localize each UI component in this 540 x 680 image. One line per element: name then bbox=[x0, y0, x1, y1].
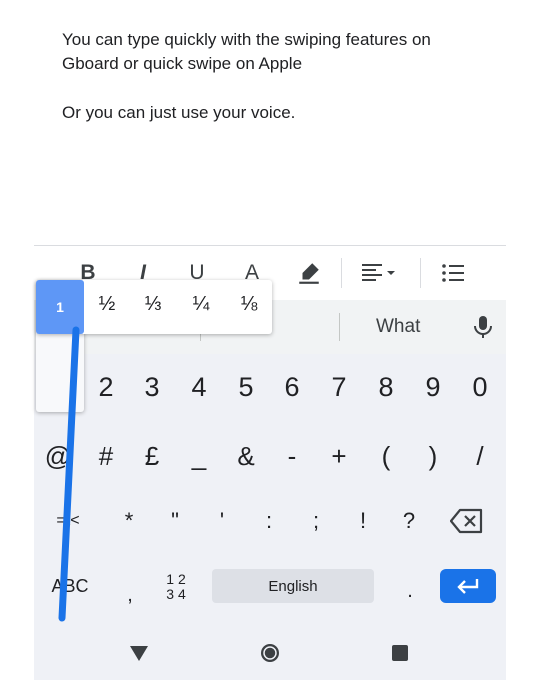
key-open-paren[interactable]: ( bbox=[366, 431, 406, 481]
key-semicolon[interactable]: ; bbox=[296, 496, 336, 546]
key-question[interactable]: ? bbox=[389, 496, 429, 546]
enter-button[interactable] bbox=[440, 569, 496, 603]
document-text-line-2: Or you can just use your voice. bbox=[62, 103, 296, 122]
more-symbols-key[interactable]: =\< bbox=[48, 496, 88, 546]
key-8[interactable]: 8 bbox=[366, 362, 406, 412]
suggestion-right[interactable]: What bbox=[376, 316, 420, 338]
toolbar-separator bbox=[341, 258, 342, 288]
back-triangle-icon[interactable] bbox=[126, 640, 152, 666]
toolbar-separator bbox=[420, 258, 421, 288]
key-2[interactable]: 2 bbox=[86, 362, 126, 412]
recents-square-icon[interactable] bbox=[387, 640, 413, 666]
key-plus[interactable]: + bbox=[319, 431, 359, 481]
key-7[interactable]: 7 bbox=[319, 362, 359, 412]
key-minus[interactable]: - bbox=[272, 431, 312, 481]
highlight-icon[interactable] bbox=[294, 255, 324, 291]
key-exclamation[interactable]: ! bbox=[343, 496, 383, 546]
key-ampersand[interactable]: & bbox=[226, 431, 266, 481]
keyboard bbox=[34, 300, 506, 680]
microphone-icon[interactable] bbox=[472, 314, 494, 345]
key-colon[interactable]: : bbox=[249, 496, 289, 546]
key-0[interactable]: 0 bbox=[460, 362, 500, 412]
key-underscore[interactable]: _ bbox=[179, 431, 219, 481]
numpad-label-top: 1 2 bbox=[166, 571, 186, 587]
key-asterisk[interactable]: * bbox=[109, 496, 149, 546]
key-close-paren[interactable]: ) bbox=[413, 431, 453, 481]
key-4[interactable]: 4 bbox=[179, 362, 219, 412]
key-at[interactable]: @ bbox=[38, 431, 78, 481]
key-6[interactable]: 6 bbox=[272, 362, 312, 412]
align-left-icon[interactable] bbox=[360, 255, 400, 291]
bulleted-list-icon[interactable] bbox=[438, 255, 468, 291]
key-pound[interactable]: £ bbox=[132, 431, 172, 481]
fraction-third[interactable]: ⅓ bbox=[138, 293, 168, 316]
fraction-eighth[interactable]: ⅛ bbox=[234, 293, 264, 316]
home-circle-icon[interactable] bbox=[257, 640, 283, 666]
suggestion-separator bbox=[339, 313, 340, 341]
backspace-icon[interactable] bbox=[449, 508, 484, 539]
key-5[interactable]: 5 bbox=[226, 362, 266, 412]
fraction-half[interactable]: ½ bbox=[92, 293, 122, 316]
key-3[interactable]: 3 bbox=[132, 362, 172, 412]
key-hash[interactable]: # bbox=[86, 431, 126, 481]
enter-icon bbox=[457, 579, 479, 594]
fraction-quarter[interactable]: ¼ bbox=[186, 293, 216, 316]
key-double-quote[interactable]: " bbox=[155, 496, 195, 546]
key-9[interactable]: 9 bbox=[413, 362, 453, 412]
fraction-selected[interactable]: 1 bbox=[36, 280, 84, 334]
space-bar[interactable]: English bbox=[212, 569, 374, 603]
key-slash[interactable]: / bbox=[460, 431, 500, 481]
key-period[interactable]: . bbox=[390, 566, 430, 616]
numpad-label-bottom: 3 4 bbox=[166, 586, 186, 602]
numpad-key[interactable]: 1 2 3 4 bbox=[160, 572, 192, 602]
key-comma[interactable]: , bbox=[110, 570, 150, 620]
key-single-quote[interactable]: ' bbox=[202, 496, 242, 546]
abc-key[interactable]: ABC bbox=[48, 561, 92, 611]
document-text-line-1: You can type quickly with the swiping fe… bbox=[62, 30, 431, 73]
